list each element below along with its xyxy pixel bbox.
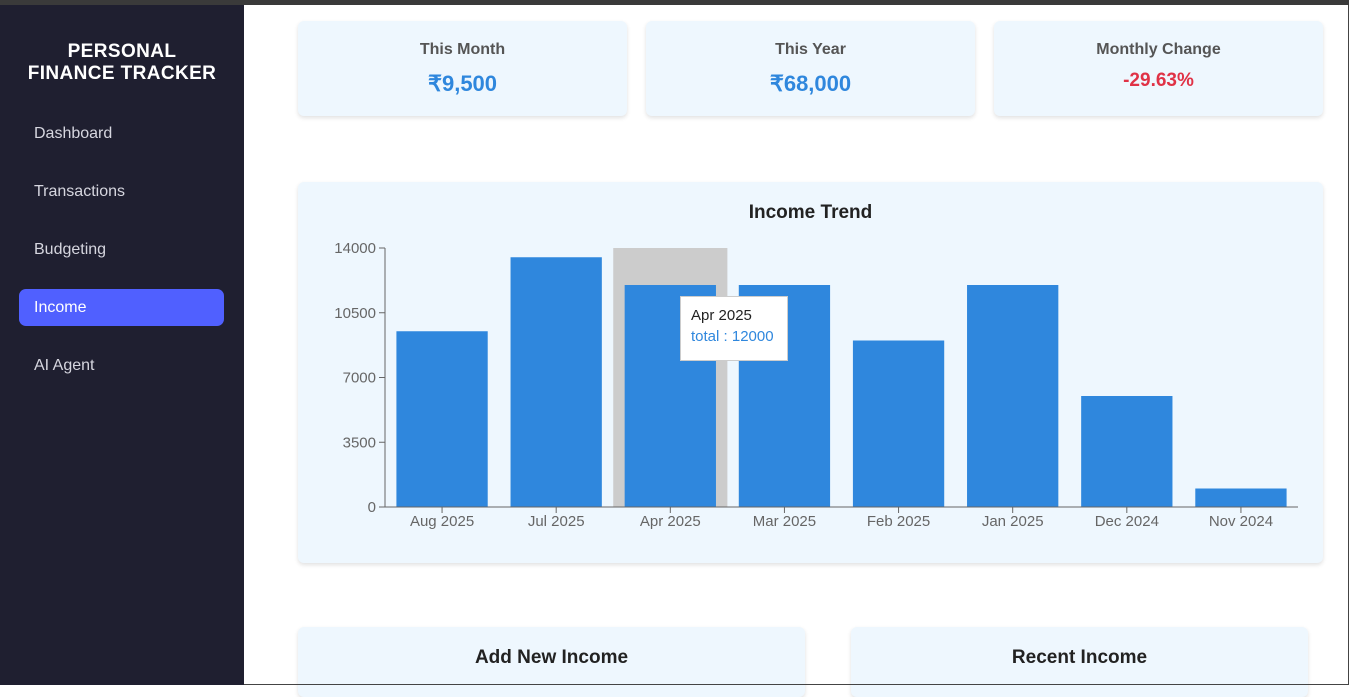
x-tick-label: Nov 2024 bbox=[1209, 513, 1273, 530]
stat-card-this-year: This Year ₹68,000 bbox=[646, 21, 975, 116]
bar-dec-2024[interactable] bbox=[1081, 396, 1173, 507]
bar-jan-2025[interactable] bbox=[967, 285, 1059, 507]
bar-jul-2025[interactable] bbox=[510, 257, 602, 507]
stat-label: This Year bbox=[775, 41, 846, 58]
sidebar-item-transactions[interactable]: Transactions bbox=[19, 173, 224, 210]
stat-value-negative: -29.63% bbox=[1123, 70, 1194, 91]
x-tick-label: Dec 2024 bbox=[1095, 513, 1159, 530]
app-brand: PERSONAL FINANCE TRACKER bbox=[0, 41, 244, 85]
stat-card-this-month: This Month ₹9,500 bbox=[298, 21, 627, 116]
chart-tooltip: Apr 2025 total : 12000 bbox=[680, 296, 788, 361]
y-tick-label: 10500 bbox=[334, 305, 376, 322]
stat-label: Monthly Change bbox=[1096, 41, 1221, 58]
recent-income-title: Recent Income bbox=[1011, 647, 1148, 668]
y-tick-label: 3500 bbox=[343, 434, 376, 451]
bar-aug-2025[interactable] bbox=[396, 331, 488, 507]
tooltip-value: total : 12000 bbox=[691, 328, 774, 345]
stat-card-monthly-change: Monthly Change -29.63% bbox=[994, 21, 1323, 116]
chart-title: Income Trend bbox=[748, 202, 873, 223]
recent-income-card: Recent Income bbox=[851, 627, 1308, 697]
add-income-card: Add New Income bbox=[298, 627, 805, 697]
brand-line-2: FINANCE TRACKER bbox=[27, 63, 217, 84]
sidebar-item-ai-agent[interactable]: AI Agent bbox=[19, 347, 224, 384]
sidebar: PERSONAL FINANCE TRACKER Dashboard Trans… bbox=[0, 5, 244, 685]
income-trend-chart[interactable]: 0 3500 7000 10500 14000 Aug 2025 Jul 2025 Apr 2… bbox=[298, 182, 1323, 563]
x-tick-label: Feb 2025 bbox=[867, 513, 930, 530]
x-tick-label: Jul 2025 bbox=[528, 513, 585, 530]
bar-nov-2024[interactable] bbox=[1195, 488, 1287, 508]
tooltip-label: Apr 2025 bbox=[691, 307, 752, 324]
brand-line-1: PERSONAL bbox=[67, 41, 177, 62]
x-tick-label: Jan 2025 bbox=[982, 513, 1044, 530]
stat-label: This Month bbox=[419, 41, 506, 58]
x-tick-label: Aug 2025 bbox=[410, 513, 474, 530]
sidebar-item-income[interactable]: Income bbox=[19, 289, 224, 326]
x-tick-label: Mar 2025 bbox=[753, 513, 816, 530]
stat-value: ₹68,000 bbox=[769, 71, 852, 96]
sidebar-item-dashboard[interactable]: Dashboard bbox=[19, 115, 224, 152]
stat-value: ₹9,500 bbox=[427, 71, 498, 96]
y-tick-label: 14000 bbox=[334, 240, 376, 257]
add-income-title: Add New Income bbox=[474, 647, 629, 668]
y-tick-label: 0 bbox=[368, 499, 376, 516]
sidebar-item-budgeting[interactable]: Budgeting bbox=[19, 231, 224, 268]
bar-feb-2025[interactable] bbox=[852, 340, 945, 508]
y-tick-label: 7000 bbox=[343, 370, 376, 387]
x-tick-label: Apr 2025 bbox=[640, 513, 701, 530]
income-trend-card: 0 3500 7000 10500 14000 Aug 2025 Jul 2025 Apr 2… bbox=[298, 182, 1323, 563]
